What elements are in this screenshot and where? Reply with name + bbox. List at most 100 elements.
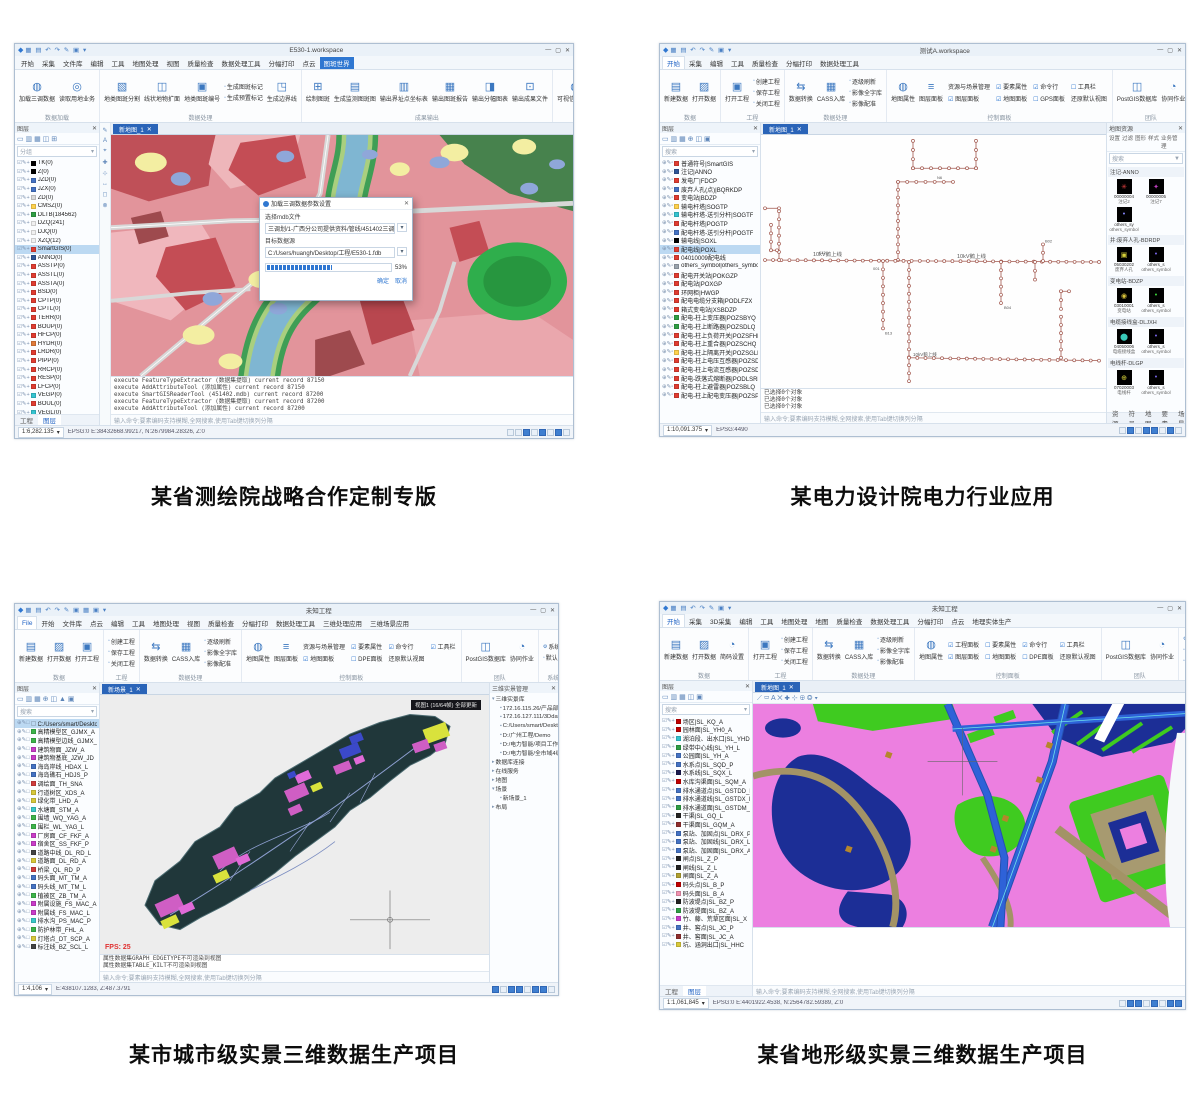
layer-item[interactable]: ⊕✎▫ 配电电缆分支箱|PODLFZX	[660, 297, 760, 306]
layer-toggle-icons[interactable]: ☑✎+	[17, 229, 30, 235]
layer-item[interactable]: ⊕✎▫ 配电杆塔|POGTP	[660, 219, 760, 228]
ribbon-small-button[interactable]: ▫逐级刷新	[849, 77, 882, 86]
layer-toggle-icons[interactable]: ⊕✎▫	[662, 177, 673, 183]
resource-item[interactable]: ▪ 172.16.127.111/3Ddata	[490, 712, 558, 721]
layer-item[interactable]: ☑✎+ 闸点|SL_Z_P	[660, 855, 752, 864]
layer-toggle-icons[interactable]: ☑✎+	[17, 255, 30, 261]
ribbon-button[interactable]: ▦CASS入库	[844, 629, 874, 671]
ribbon-small-button[interactable]: ▫生成图斑标记	[224, 82, 263, 91]
layer-toggle-icons[interactable]: ☑✎+	[662, 882, 675, 888]
ribbon-tab[interactable]: 点云	[299, 57, 320, 69]
ribbon-small-button[interactable]: ▫创建工程	[781, 635, 808, 644]
ribbon-button[interactable]: ▦输出图斑报告	[431, 71, 469, 113]
scale-select[interactable]: 1:10,091.375▾	[663, 425, 712, 436]
layer-item[interactable]: ☑✎+ SmartGIS(0)	[15, 245, 99, 254]
layer-toggle-icons[interactable]: ⊕✎▫	[662, 289, 673, 295]
layer-item[interactable]: ☑✎+ 井、窖点|SL_JC_P	[660, 923, 752, 932]
map-tool-icon[interactable]: ⊹	[102, 170, 107, 177]
layer-item[interactable]: ⊕✎□ C:/Users/smart/Desktop/UAD项目	[15, 719, 99, 728]
ribbon-button[interactable]: ◫PostGIS数据库	[1116, 71, 1158, 113]
layer-item[interactable]: ⊕✎□ 水塘面_STM_A	[15, 805, 99, 814]
panel-toggle[interactable]: ☑ 要素属性	[996, 82, 1027, 91]
layer-toggle-icons[interactable]: ☑✎+	[17, 212, 30, 218]
panel-toggle[interactable]: ☑ 命令行	[388, 642, 424, 651]
layer-toggle-icons[interactable]: ⊕✎▫	[662, 375, 673, 381]
symbol-item[interactable]: •others_sothers_symbol	[1141, 370, 1171, 396]
ribbon-small-button[interactable]: ▫关闭工程	[781, 657, 808, 666]
command-input[interactable]: 输入命令;要素编码支持模糊,全网搜索,使用Tab键切换列分隔	[111, 414, 573, 425]
status-toolbar[interactable]	[1119, 427, 1182, 434]
panel-tab[interactable]: 地图	[1140, 413, 1157, 423]
layer-toggle-icons[interactable]: ⊕✎▫	[662, 272, 673, 278]
layer-item[interactable]: ☑✎+ ASSTA(0)	[15, 279, 99, 288]
layer-search-input[interactable]: 搜索▾	[662, 704, 750, 715]
layer-item[interactable]: ⊕✎▫ 配电-柱上变压器|POZSBYQ	[660, 314, 760, 323]
layer-toggle-icons[interactable]: ☑✎+	[662, 753, 675, 759]
layer-toggle-icons[interactable]: ⊕✎□	[17, 763, 30, 769]
layer-item[interactable]: ⊕✎▫ 环网柜|HWGP	[660, 288, 760, 297]
layer-item[interactable]: ⊕✎▫ 输电线|SOXL	[660, 236, 760, 245]
map-canvas[interactable]: 加载三调数据参数设置✕ 选择mdb文件 三调划/1-广西分公司提供资料/管线/4…	[111, 135, 573, 376]
map-tool-icon[interactable]: A	[103, 138, 107, 144]
map-tool-icon[interactable]: ⊗	[102, 202, 107, 209]
panel-close-icon[interactable]: ✕	[92, 685, 97, 692]
layer-item[interactable]: ☑✎+ CPTL(0)	[15, 305, 99, 314]
resource-item[interactable]: ▪ 新场景_1	[490, 793, 558, 802]
ribbon-button[interactable]: ▨打开数据	[691, 71, 717, 113]
layer-toggle-icons[interactable]: ☑✎+	[662, 890, 675, 896]
panel-toggle[interactable]: 还原默认视图	[1060, 652, 1096, 661]
layer-item[interactable]: ☑✎+ TERR(0)	[15, 314, 99, 323]
resource-item[interactable]: ▪ D:/广州工程/Demo	[490, 730, 558, 739]
layer-item[interactable]: ☑✎+ 排水通道线|SL_GSTDX_L	[660, 794, 752, 803]
ribbon-tab[interactable]: 质量检查	[748, 57, 782, 69]
quick-access-icons[interactable]: ▦ ▤ ↶ ↷ ✎ ▣ ▾	[670, 604, 732, 612]
ribbon-tab[interactable]: 编辑	[87, 57, 108, 69]
ribbon-button[interactable]: ≡图层面板	[918, 71, 944, 113]
close-button[interactable]: ✕	[1177, 47, 1182, 54]
layer-toggle-icons[interactable]: ⊕✎□	[17, 901, 30, 907]
panel-tab[interactable]: 要素	[1157, 413, 1174, 423]
map-tool-icon[interactable]: ◻	[103, 191, 108, 198]
ribbon-tab[interactable]: 数据处理工具	[218, 57, 265, 69]
layer-item[interactable]: ☑✎+ 绿带中心线|SL_YH_L	[660, 743, 752, 752]
layer-toggle-icons[interactable]: ⊕✎▫	[662, 384, 673, 390]
layer-item[interactable]: ☑✎+ LFCP(0)	[15, 382, 99, 391]
layer-toggle-icons[interactable]: ⊕✎□	[17, 944, 30, 950]
layer-toggle-icons[interactable]: ☑✎+	[662, 796, 675, 802]
layer-item[interactable]: ⊕✎▫ 普通符号|SmartGIS	[660, 159, 760, 168]
filter-icon[interactable]: ▼	[1174, 156, 1180, 162]
layer-toggle-icons[interactable]: ⊕✎▫	[662, 263, 673, 269]
layer-toggle-icons[interactable]: ☑✎+	[17, 177, 30, 183]
ribbon-button[interactable]: ≡图层面板	[273, 631, 299, 673]
layer-toggle-icons[interactable]: ⊕✎▫	[662, 186, 673, 192]
layer-toggle-icons[interactable]: ☑✎+	[662, 778, 675, 784]
ribbon-button[interactable]: ◍加载三调数据	[18, 71, 56, 113]
ribbon-tab[interactable]: 数据处理工具	[866, 615, 913, 627]
symbol-item[interactable]: ✳00000004注记2	[1109, 179, 1139, 205]
layer-item[interactable]: ☑✎+ BSD(0)	[15, 288, 99, 297]
layer-item[interactable]: ☑✎+ 井、窖面|SL_JC_A	[660, 932, 752, 941]
ribbon-button[interactable]: ▣打开工程	[752, 629, 778, 671]
panel-toggle[interactable]: ☐ 工具栏	[1071, 82, 1107, 91]
layer-item[interactable]: ☑✎+ XZQ(12)	[15, 236, 99, 245]
ribbon-button[interactable]: ◨输出分幅图表	[471, 71, 509, 113]
panel-tab[interactable]: 场景	[1173, 413, 1190, 423]
ribbon-button[interactable]: ▦CASS入库	[816, 71, 846, 113]
resource-item[interactable]: ▸ 数据库连接	[490, 757, 558, 766]
ribbon-button[interactable]: ▤生成监测图斑图	[333, 71, 377, 113]
layer-item[interactable]: ☑✎+ LRDR(0)	[15, 348, 99, 357]
panel-toggle[interactable]: 资源与场景管理	[303, 642, 345, 651]
resource-item[interactable]: ▪ D:/电力智能/全市域4级	[490, 748, 558, 757]
layer-toggle-icons[interactable]: ☑✎+	[17, 289, 30, 295]
ribbon-tab[interactable]: 文件库	[58, 617, 86, 629]
layer-toggle-icons[interactable]: ☑✎+	[662, 821, 675, 827]
layer-item[interactable]: ⊕✎▫ 配电-跌落式熔断器|PODLSRDQ	[660, 374, 760, 383]
ribbon-tab[interactable]: 采集	[685, 57, 706, 69]
panel-tab[interactable]: 工程	[660, 986, 683, 996]
ribbon-tab[interactable]: 点云	[947, 615, 968, 627]
ribbon-button[interactable]: ⊡输出成果文件	[511, 71, 549, 113]
resource-tab[interactable]: 业务管理	[1161, 134, 1183, 150]
layer-item[interactable]: ⊕✎□ 附属线_FS_MAC_L	[15, 908, 99, 917]
ribbon-tab[interactable]: 地图处理	[777, 615, 811, 627]
symbol-item[interactable]: ⊕07020003电线杆	[1109, 370, 1139, 396]
